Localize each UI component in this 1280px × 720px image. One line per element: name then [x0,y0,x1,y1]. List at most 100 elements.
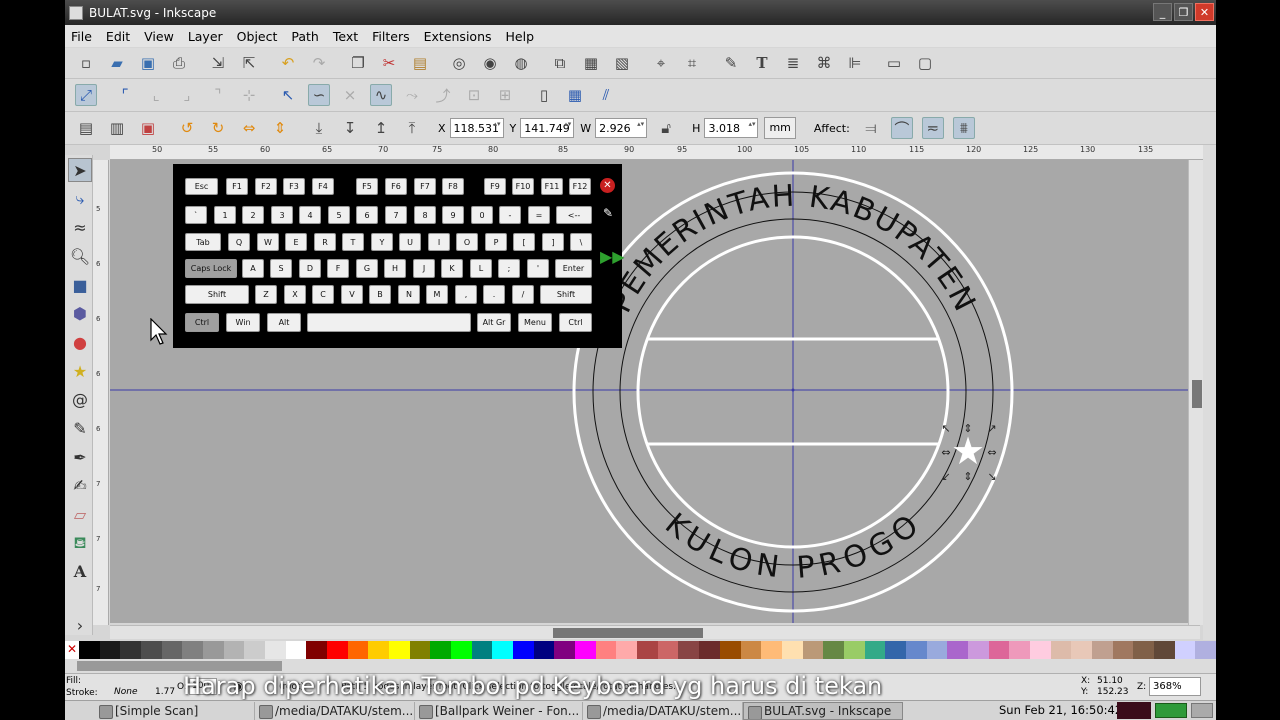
snap-bbox-icon[interactable]: ⌜ [114,84,136,106]
palette-swatch[interactable] [265,641,286,659]
print-icon[interactable]: ⎙ [168,52,190,74]
palette-swatch[interactable] [1195,641,1216,659]
key-shift-left[interactable]: Shift [185,285,249,304]
no-paint-swatch[interactable]: ✕ [65,641,79,659]
tray-app-icon[interactable] [1191,703,1213,718]
key-g[interactable]: G [356,259,378,278]
layers-icon[interactable]: ≣ [782,52,804,74]
key-2[interactable]: 2 [242,206,264,224]
affect-gradients-icon[interactable]: ≂ [921,117,944,139]
palette-swatch[interactable] [823,641,844,659]
snap-intersections-icon[interactable]: ⨯ [339,84,361,106]
pencil-tool-icon[interactable]: ✎ [68,416,92,440]
key-space[interactable] [307,313,471,332]
palette-swatch[interactable] [471,641,493,659]
key-f10[interactable]: F10 [512,178,534,195]
palette-swatch[interactable] [430,641,452,659]
snap-toggle-icon[interactable]: ⤢ [75,84,97,106]
palette-swatch[interactable] [120,641,142,659]
task-file-manager-1[interactable]: /media/DATAKU/stem... [255,701,415,720]
key-f9[interactable]: F9 [484,178,506,195]
menu-filters[interactable]: Filters [372,29,409,44]
stroke-width[interactable]: 1.77 [155,687,175,697]
snap-bbox-corner-icon[interactable]: ⌟ [176,84,198,106]
zoom-selection-icon[interactable]: ◎ [448,52,470,74]
node-editor-icon[interactable]: ⌖ [650,52,672,74]
key-f5[interactable]: F5 [356,178,378,195]
key-l[interactable]: L [470,259,492,278]
key-o[interactable]: O [456,233,478,251]
palette-swatch[interactable] [141,641,162,659]
key-y[interactable]: Y [371,233,393,251]
key-5[interactable]: 5 [328,206,350,224]
document-properties-icon[interactable]: ▢ [914,52,936,74]
flip-horizontal-icon[interactable]: ⇔ [238,117,260,139]
palette-swatch[interactable] [1091,641,1113,659]
snap-bbox-midpoint-icon[interactable]: ⌝ [207,84,229,106]
affect-stroke-icon[interactable]: ⫤ [860,117,882,139]
key-7[interactable]: 7 [385,206,407,224]
palette-swatch[interactable] [513,641,534,659]
key-alt[interactable]: Alt [267,313,301,332]
palette-swatch[interactable] [864,641,886,659]
snap-bbox-edge-icon[interactable]: ⌞ [145,84,167,106]
xml-view-icon[interactable]: ⌘ [813,52,835,74]
palette-swatch[interactable] [657,641,679,659]
palette-swatch[interactable] [223,641,245,659]
key-f[interactable]: F [327,259,349,278]
task-inkscape[interactable]: BULAT.svg - Inkscape [743,701,903,720]
palette-swatch[interactable] [533,641,555,659]
w-field[interactable]: 2.926 [595,118,648,138]
palette-swatch[interactable] [1153,641,1175,659]
zoom-page-icon[interactable]: ◍ [510,52,532,74]
key-w[interactable]: W [257,233,279,251]
key-1[interactable]: 1 [214,206,236,224]
palette-swatch[interactable] [79,641,100,659]
key-u[interactable]: U [399,233,421,251]
rectangle-tool-icon[interactable]: ■ [68,273,92,297]
key-f3[interactable]: F3 [283,178,305,195]
palette-swatch[interactable] [1071,641,1092,659]
text-tool-icon[interactable]: A [68,559,92,583]
palette-swatch[interactable] [926,641,948,659]
key-f6[interactable]: F6 [385,178,407,195]
key-m[interactable]: M [426,285,448,304]
vertical-scrollbar[interactable] [1188,160,1203,625]
snap-nodes-icon[interactable]: ↖ [277,84,299,106]
key-d[interactable]: D [299,259,321,278]
palette-swatch[interactable] [740,641,762,659]
task-file-manager-2[interactable]: /media/DATAKU/stem... [583,701,743,720]
key-tab[interactable]: Tab [185,233,221,251]
key-shift-right[interactable]: Shift [540,285,592,304]
keyboard-play-icon[interactable]: ▶▶ [600,248,625,266]
eraser-tool-icon[interactable]: ▱ [68,502,92,526]
ungroup-icon[interactable]: ▧ [611,52,633,74]
key-equals[interactable]: = [528,206,550,224]
color-palette[interactable]: ✕ [65,641,1216,659]
selector-tool-icon[interactable]: ➤ [68,158,92,182]
key-enter[interactable]: Enter [555,259,592,278]
scale-handle-ne-icon[interactable]: ↗ [987,422,996,435]
key-ctrl-right[interactable]: Ctrl [559,313,592,332]
palette-swatch[interactable] [327,641,348,659]
undo-icon[interactable]: ↶ [277,52,299,74]
rotate-ccw-icon[interactable]: ↺ [176,117,198,139]
key-f12[interactable]: F12 [569,178,591,195]
snap-guides-icon[interactable]: ⫽ [595,84,617,106]
key-v[interactable]: V [341,285,363,304]
menu-edit[interactable]: Edit [106,29,130,44]
select-all-layers-icon[interactable]: ▥ [106,117,128,139]
snap-midpoints-icon[interactable]: ⤴ [432,84,454,106]
battery-icon[interactable] [1155,703,1187,718]
redo-icon[interactable]: ↷ [308,52,330,74]
scale-handle-s-icon[interactable]: ⇕ [963,470,972,483]
key-f4[interactable]: F4 [312,178,334,195]
palette-swatch[interactable] [802,641,824,659]
palette-swatch[interactable] [1050,641,1072,659]
key-k[interactable]: K [441,259,463,278]
key-s[interactable]: S [270,259,292,278]
raise-icon[interactable]: ↥ [370,117,392,139]
key-r[interactable]: R [314,233,336,251]
snap-page-icon[interactable]: ▯ [533,84,555,106]
snap-rotation-center-icon[interactable]: ⊞ [494,84,516,106]
